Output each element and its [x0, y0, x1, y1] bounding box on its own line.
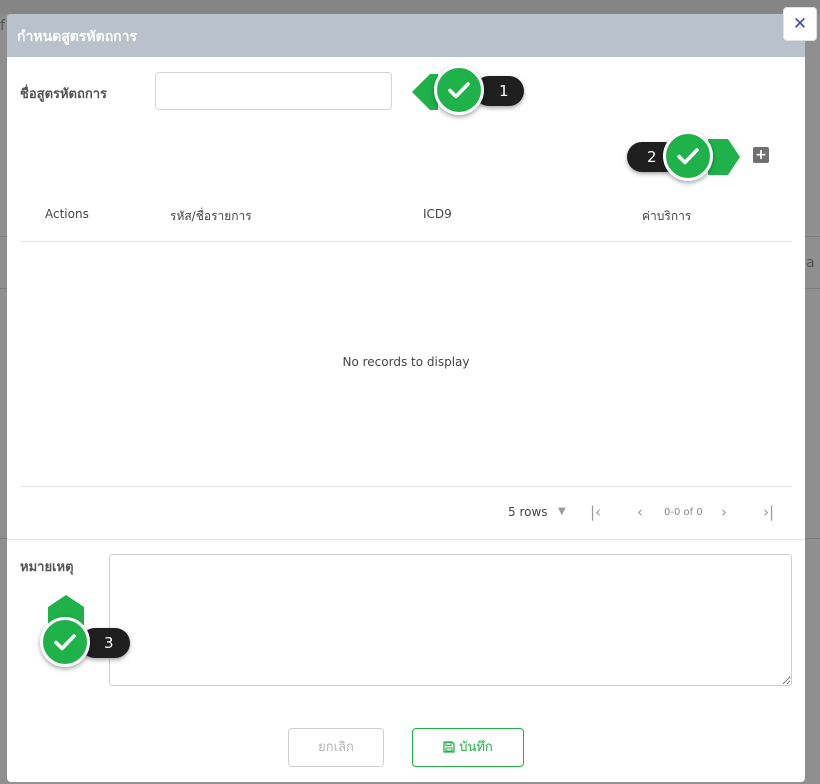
close-dialog-button[interactable]: ✕	[783, 7, 817, 41]
callout-number: 3	[104, 634, 114, 652]
dialog-header: กำหนดสูตรหัตถการ	[7, 14, 805, 57]
formula-name-input[interactable]	[155, 72, 392, 110]
column-header-icd9[interactable]: ICD9	[423, 207, 452, 221]
save-icon	[443, 741, 455, 753]
section-divider	[7, 539, 805, 540]
callout-number: 1	[499, 82, 509, 100]
check-icon	[434, 65, 484, 115]
table-footer-divider	[20, 486, 792, 487]
close-icon: ✕	[792, 14, 808, 34]
notes-label: หมายเหตุ	[20, 560, 74, 575]
check-icon	[663, 131, 713, 181]
caret-down-icon[interactable]: ▼	[558, 504, 566, 520]
save-label: บันทึก	[459, 740, 493, 755]
previous-page-icon[interactable]: ‹	[637, 504, 643, 520]
rows-per-page-select[interactable]: 5 rows	[508, 505, 548, 519]
procedure-formula-dialog: กำหนดสูตรหัตถการ ชื่อสูตรหัตถการ + Actio…	[7, 14, 805, 782]
background-text-right: a	[806, 255, 815, 271]
cancel-button[interactable]: ยกเลิก	[288, 728, 384, 767]
notes-textarea[interactable]	[109, 554, 792, 686]
last-page-icon[interactable]: ›|	[763, 504, 774, 520]
save-button[interactable]: บันทึก	[412, 728, 524, 767]
column-header-service-fee[interactable]: ค่าบริการ	[642, 207, 691, 226]
column-header-actions[interactable]: Actions	[45, 207, 89, 221]
table-header-divider	[20, 241, 792, 242]
pagination-range: 0-0 of 0	[664, 507, 703, 518]
check-icon	[40, 617, 90, 667]
dialog-title: กำหนดสูตรหัตถการ	[17, 29, 138, 45]
background-topbar	[0, 0, 820, 14]
table-empty-message: No records to display	[342, 355, 470, 369]
column-header-code-name[interactable]: รหัส/ชื่อรายการ	[170, 207, 252, 226]
formula-name-label: ชื่อสูตรหัตถการ	[20, 87, 108, 102]
add-item-button[interactable]: +	[753, 147, 769, 163]
background-text-left: f	[0, 18, 5, 34]
plus-square-icon: +	[755, 147, 767, 163]
callout-number: 2	[647, 148, 657, 166]
first-page-icon[interactable]: |‹	[590, 504, 601, 520]
next-page-icon[interactable]: ›	[721, 504, 727, 520]
